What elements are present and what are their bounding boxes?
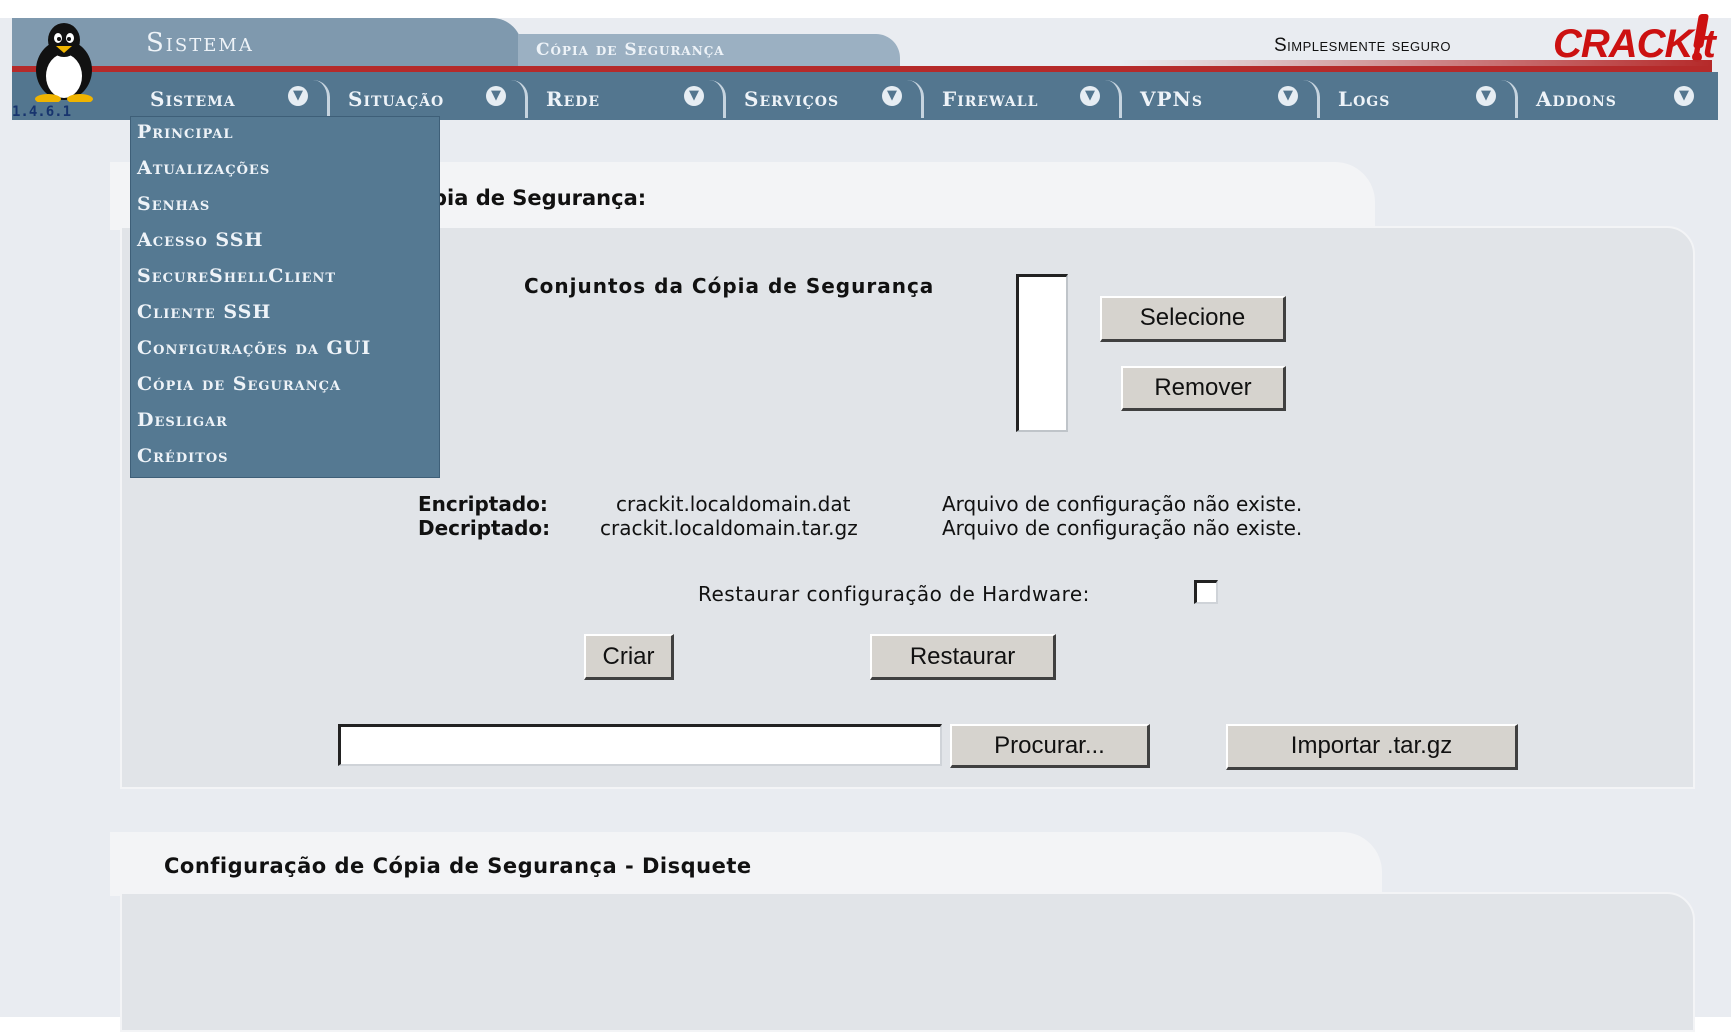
tab-separator	[709, 80, 726, 118]
menu-tab-addons[interactable]: Addons ▼	[1518, 80, 1716, 116]
backup-sets-list[interactable]	[1016, 274, 1068, 432]
menu-tab-label: VPNs	[1140, 87, 1203, 111]
slogan: Simplesmente seguro	[1274, 35, 1451, 56]
version-label: 1.4.6.1	[12, 104, 72, 120]
tab-separator	[313, 80, 330, 118]
dropdown-item-desligar[interactable]: Desligar	[137, 409, 228, 431]
chevron-down-icon[interactable]: ▼	[1476, 86, 1496, 106]
import-button[interactable]: Importar .tar.gz	[1226, 724, 1518, 770]
remove-button[interactable]: Remover	[1121, 366, 1286, 411]
dropdown-item-senhas[interactable]: Senhas	[137, 193, 210, 215]
create-button[interactable]: Criar	[584, 634, 674, 680]
tab-separator	[907, 80, 924, 118]
menu-tab-rede[interactable]: Rede ▼	[528, 80, 726, 118]
tab-separator	[511, 80, 528, 118]
menu-tab-label: Addons	[1536, 87, 1617, 111]
tab-separator	[1105, 80, 1122, 118]
page-tab-title: Cópia de Segurança	[536, 40, 725, 60]
chevron-down-icon[interactable]: ▼	[1278, 86, 1298, 106]
page: Sistema Cópia de Segurança Simplesmente …	[0, 0, 1731, 1032]
backup-sets-label: Conjuntos da Cópia de Segurança	[524, 274, 935, 298]
decrypted-filename: crackit.localdomain.tar.gz	[600, 516, 858, 540]
section-title: Sistema	[146, 28, 254, 58]
dropdown-item-copia-seguranca[interactable]: Cópia de Segurança	[137, 373, 341, 395]
dropdown-item-atualizacoes[interactable]: Atualizações	[137, 157, 270, 179]
top-strip	[0, 0, 1731, 18]
floppy-panel	[120, 892, 1695, 1032]
browse-button[interactable]: Procurar...	[950, 724, 1150, 768]
tux-penguin-icon	[35, 23, 93, 102]
sistema-dropdown-menu: Principal Atualizações Senhas Acesso SSH…	[130, 116, 440, 478]
chevron-down-icon[interactable]: ▼	[1080, 86, 1100, 106]
decrypted-status: Arquivo de configuração não existe.	[942, 516, 1303, 540]
dropdown-item-creditos[interactable]: Créditos	[137, 445, 229, 467]
dropdown-item-acesso-ssh[interactable]: Acesso SSH	[137, 229, 263, 251]
menu-tab-label: Sistema	[150, 87, 236, 111]
accent-line-fade	[1120, 60, 1712, 66]
dropdown-item-cliente-ssh[interactable]: Cliente SSH	[137, 301, 271, 323]
menu-tab-label: Firewall	[942, 87, 1039, 111]
restore-button[interactable]: Restaurar	[870, 634, 1056, 680]
tab-separator	[1303, 80, 1320, 118]
menu-tab-label: Rede	[546, 87, 601, 111]
dropdown-item-secureshellclient[interactable]: SecureShellClient	[137, 265, 336, 287]
menu-tab-logs[interactable]: Logs ▼	[1320, 80, 1518, 118]
decrypted-label: Decriptado:	[418, 516, 551, 540]
chevron-down-icon[interactable]: ▼	[486, 86, 506, 106]
menu-tab-firewall[interactable]: Firewall ▼	[924, 80, 1122, 118]
dropdown-item-principal[interactable]: Principal	[137, 121, 234, 143]
encrypted-label: Encriptado:	[418, 492, 548, 516]
menu-tab-vpns[interactable]: VPNs ▼	[1122, 80, 1320, 118]
chevron-down-icon[interactable]: ▼	[1674, 86, 1694, 106]
chevron-down-icon[interactable]: ▼	[288, 86, 308, 106]
dropdown-item-configuracoes-gui[interactable]: Configurações da GUI	[137, 337, 371, 359]
encrypted-status: Arquivo de configuração não existe.	[942, 492, 1303, 516]
select-button[interactable]: Selecione	[1100, 296, 1286, 342]
menu-tab-servicos[interactable]: Serviços ▼	[726, 80, 924, 118]
encrypted-filename: crackit.localdomain.dat	[616, 492, 851, 516]
restore-hardware-checkbox[interactable]	[1194, 580, 1218, 604]
menu-tab-sistema[interactable]: Sistema ▼	[132, 80, 330, 118]
menu-tab-situacao[interactable]: Situação ▼	[330, 80, 528, 118]
chevron-down-icon[interactable]: ▼	[684, 86, 704, 106]
menu-tab-label: Logs	[1338, 87, 1391, 111]
menu-tab-label: Serviços	[744, 87, 840, 111]
chevron-down-icon[interactable]: ▼	[882, 86, 902, 106]
import-file-input[interactable]	[338, 724, 942, 766]
restore-hardware-label: Restaurar configuração de Hardware:	[698, 582, 1090, 606]
floppy-panel-title: Configuração de Cópia de Segurança - Dis…	[164, 854, 752, 878]
menu-tab-label: Situação	[348, 87, 445, 111]
backup-panel-title: pia de Segurança:	[432, 186, 647, 210]
tab-separator	[1501, 80, 1518, 118]
